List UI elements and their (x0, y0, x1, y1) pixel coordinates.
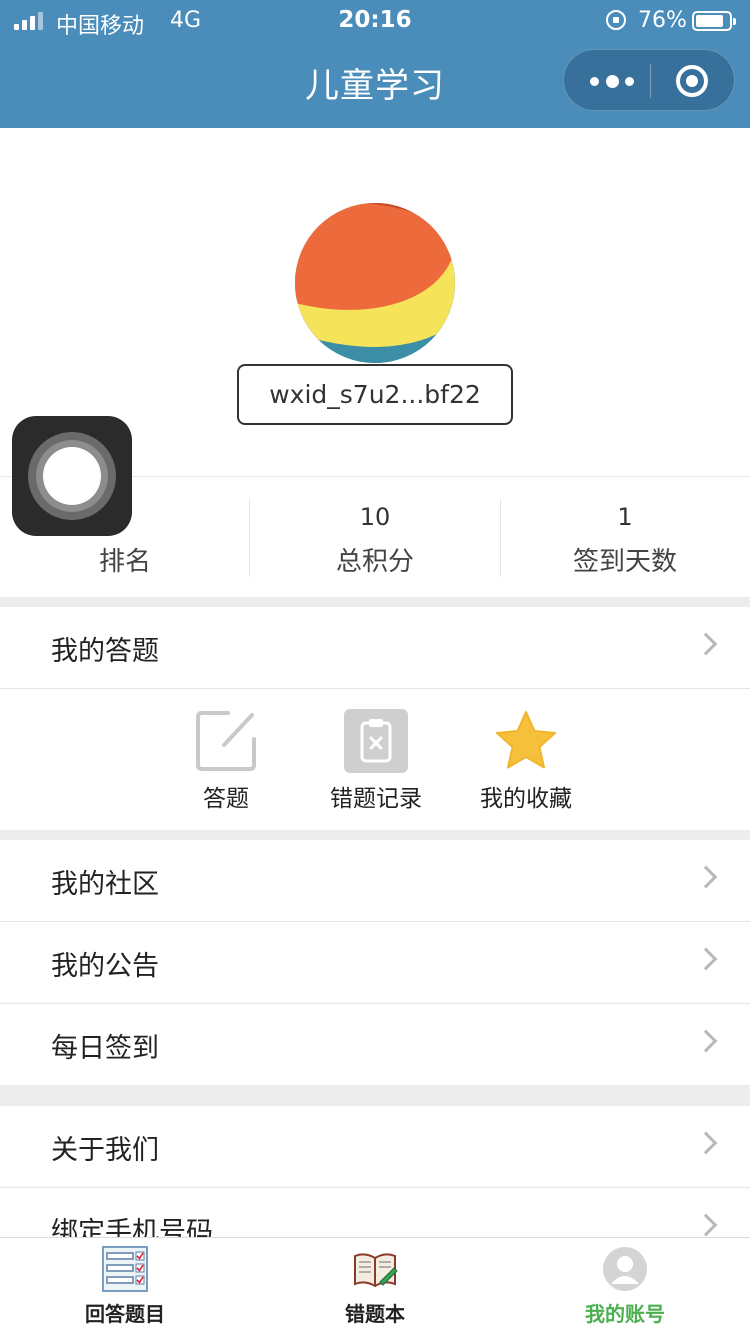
section-gap (0, 597, 750, 607)
more-icon[interactable] (590, 72, 634, 90)
menu-my-answers[interactable]: 我的答题 (0, 607, 750, 688)
tab-label: 错题本 (345, 1302, 405, 1326)
assistive-touch-button[interactable] (12, 416, 132, 536)
clipboard-x-icon (344, 709, 408, 773)
stat-label: 排名 (98, 547, 151, 577)
tab-my-account[interactable]: 我的账号 (500, 1238, 750, 1334)
quick-label: 错题记录 (330, 786, 422, 812)
menu-label: 我的公告 (51, 951, 159, 982)
tab-label: 回答题目 (85, 1302, 165, 1326)
stat-checkin-days[interactable]: 1 签到天数 (500, 477, 750, 598)
menu-my-notices[interactable]: 我的公告 (0, 922, 750, 1003)
user-icon (603, 1247, 647, 1291)
tab-label: 我的账号 (585, 1302, 665, 1326)
stat-value: 10 (359, 503, 391, 531)
chevron-right-icon (694, 947, 718, 971)
chevron-right-icon (694, 1213, 718, 1237)
quick-label: 答题 (203, 786, 249, 812)
stat-value: 1 (617, 503, 633, 531)
menu-label: 我的社区 (51, 869, 159, 900)
battery-icon (692, 11, 736, 31)
tab-wrong-book[interactable]: 错题本 (250, 1238, 500, 1334)
chevron-right-icon (694, 1029, 718, 1053)
quick-wrong-records[interactable]: 错题记录 (301, 689, 451, 830)
menu-about-us[interactable]: 关于我们 (0, 1106, 750, 1187)
tab-answer-questions[interactable]: 回答题目 (0, 1238, 250, 1334)
menu-label: 我的答题 (51, 636, 159, 667)
menu-daily-checkin[interactable]: 每日签到 (0, 1004, 750, 1085)
username-badge[interactable]: wxid_s7u2...bf22 (237, 364, 513, 425)
chevron-right-icon (694, 632, 718, 656)
status-bar: 中国移动 4G 20:16 76% (0, 0, 750, 40)
edit-icon (196, 711, 256, 771)
miniprogram-capsule (563, 49, 735, 111)
quick-actions: 答题 错题记录 我的收藏 (0, 689, 750, 830)
close-miniprogram-icon[interactable] (676, 65, 708, 97)
stat-total-points[interactable]: 10 总积分 (250, 477, 500, 598)
stat-label: 总积分 (335, 547, 414, 577)
section-gap (0, 1085, 750, 1106)
section-gap (0, 830, 750, 840)
chevron-right-icon (694, 865, 718, 889)
rotation-lock-icon (606, 10, 626, 30)
battery-percent: 76% (638, 8, 687, 33)
menu-my-community[interactable]: 我的社区 (0, 840, 750, 921)
checklist-icon (102, 1246, 148, 1292)
quick-label: 我的收藏 (480, 786, 572, 812)
quick-favorites[interactable]: 我的收藏 (451, 689, 601, 830)
star-icon (496, 711, 556, 769)
top-bar: 中国移动 4G 20:16 76% 儿童学习 (0, 0, 750, 128)
book-icon (354, 1253, 398, 1288)
stat-label: 签到天数 (572, 547, 677, 577)
chevron-right-icon (694, 1131, 718, 1155)
capsule-divider (650, 64, 651, 98)
menu-label: 关于我们 (51, 1135, 159, 1166)
tab-bar: 回答题目 错题本 我的账号 (0, 1237, 750, 1334)
quick-answer[interactable]: 答题 (151, 689, 301, 830)
menu-label: 每日签到 (51, 1033, 159, 1064)
avatar[interactable] (295, 203, 455, 363)
